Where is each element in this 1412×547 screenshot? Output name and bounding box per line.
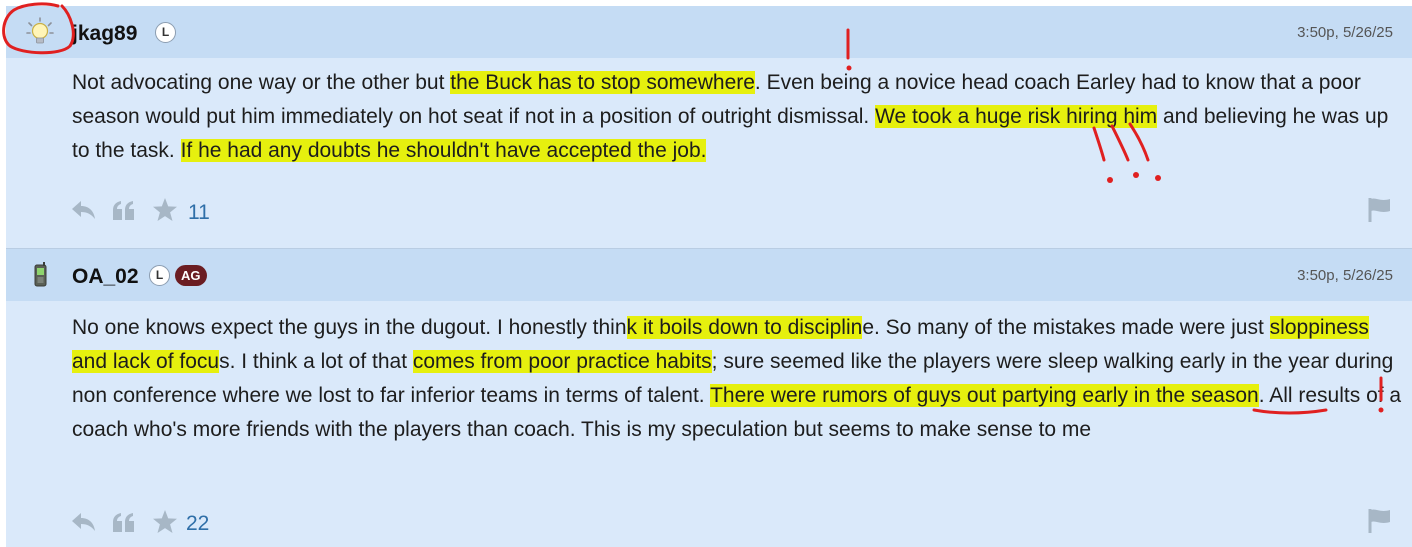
star-icon[interactable] <box>152 510 178 534</box>
highlighted-text: If he had any doubts he shouldn't have a… <box>180 139 707 162</box>
cellphone-icon[interactable] <box>24 259 56 291</box>
quote-icon[interactable] <box>112 513 136 533</box>
highlighted-text: There were rumors of guys out partying e… <box>710 384 1259 407</box>
timestamp: 3:50p, 5/26/25 <box>1297 267 1393 284</box>
flag-icon[interactable] <box>1368 197 1392 223</box>
text-segment: s. I think a lot of that <box>219 350 413 373</box>
badge-ag: AG <box>175 265 207 286</box>
badge-l: L <box>149 265 170 286</box>
timestamp: 3:50p, 5/26/25 <box>1297 24 1393 41</box>
highlighted-text: the Buck has to stop somewhere <box>450 71 755 94</box>
username[interactable]: jkag89 <box>72 22 137 46</box>
reply-icon[interactable] <box>71 199 97 221</box>
post-2: OA_02 L AG 3:50p, 5/26/25 No one knows e… <box>6 249 1412 547</box>
badge-l: L <box>155 22 176 43</box>
star-icon[interactable] <box>152 198 178 222</box>
lightbulb-icon[interactable] <box>24 16 56 48</box>
like-count[interactable]: 22 <box>186 512 209 536</box>
like-count[interactable]: 11 <box>188 201 210 225</box>
quote-icon[interactable] <box>112 201 136 221</box>
post-body: Not advocating one way or the other but … <box>72 66 1402 168</box>
highlighted-text: We took a huge risk hiring him <box>875 105 1158 128</box>
post-1: jkag89 L 3:50p, 5/26/25 Not advocating o… <box>6 6 1412 248</box>
flag-icon[interactable] <box>1368 508 1392 534</box>
highlighted-text: comes from poor practice habits <box>412 350 712 373</box>
username[interactable]: OA_02 <box>72 265 139 289</box>
post-header: jkag89 L 3:50p, 5/26/25 <box>6 6 1412 58</box>
highlighted-text: k it boils down to disciplin <box>626 316 863 339</box>
text-segment: No one knows expect the guys in the dugo… <box>72 316 627 339</box>
text-segment: Not advocating one way or the other but <box>72 71 451 94</box>
reply-icon[interactable] <box>71 511 97 533</box>
post-header: OA_02 L AG 3:50p, 5/26/25 <box>6 249 1412 301</box>
text-segment: e. So many of the mistakes made were jus… <box>862 316 1270 339</box>
post-body: No one knows expect the guys in the dugo… <box>72 311 1402 447</box>
